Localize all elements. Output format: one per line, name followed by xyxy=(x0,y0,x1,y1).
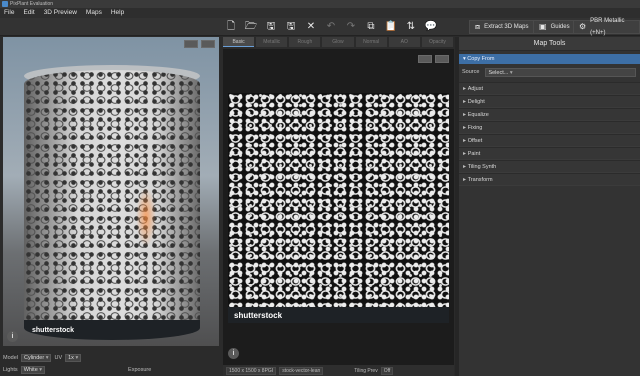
open-folder-icon[interactable]: 🗁 xyxy=(242,19,260,34)
tool-delight[interactable]: Delight xyxy=(459,95,640,108)
menu-bar: File Edit 3D Preview Maps Help xyxy=(0,8,640,18)
close-icon[interactable]: ✕ xyxy=(302,19,320,34)
layers-icon: ⧈ xyxy=(475,22,481,31)
map-viewport-buttons xyxy=(418,55,449,63)
pbr-metallic-button[interactable]: ⚙ PBR Metallic (+N+) xyxy=(573,18,640,36)
3d-preview-viewport[interactable]: shutterstock i xyxy=(3,37,219,346)
tiling-preview-label: Tiling Prev xyxy=(354,367,378,374)
menu-file[interactable]: File xyxy=(4,8,14,18)
model-label: Model xyxy=(3,355,18,361)
menu-help[interactable]: Help xyxy=(111,8,124,18)
tab-metallic[interactable]: Metallic xyxy=(256,37,288,47)
undo-icon[interactable]: ↶ xyxy=(322,19,340,34)
tab-normal[interactable]: Normal xyxy=(355,37,387,47)
map-viewport[interactable]: shutterstock i xyxy=(223,49,454,365)
info-icon[interactable]: i xyxy=(7,331,18,342)
paste-icon[interactable]: 📋 xyxy=(382,19,400,34)
tool-paint[interactable]: Paint xyxy=(459,147,640,160)
title-bar: PixPlant Evaluation xyxy=(0,0,640,8)
guides-button[interactable]: ▣ Guides xyxy=(533,20,576,34)
gear-icon: ⚙ xyxy=(579,22,587,31)
source-row: Source Select... xyxy=(459,64,640,80)
exposure-label: Exposure xyxy=(128,367,152,373)
toolbar-icons: 🗋 🗁 🖫 🖫 ✕ ↶ ↷ ⧉ 📋 ⇅ 💬 xyxy=(222,19,440,34)
fullscreen-button[interactable] xyxy=(201,40,215,48)
app-icon xyxy=(2,1,8,7)
cylinder-watermark: shutterstock xyxy=(32,327,75,334)
file-name: stock-vector-lean xyxy=(279,366,324,375)
pbr-metallic-label: PBR Metallic (+N+) xyxy=(590,18,625,36)
status-bar: 1500 x 1500 x 8PGI stock-vector-lean Til… xyxy=(223,365,454,376)
tab-basic[interactable]: Basic xyxy=(223,37,255,47)
model-row: Model Cylinder UV 1x xyxy=(3,353,82,363)
tiling-preview-select[interactable]: Off xyxy=(380,366,394,375)
tool-offset[interactable]: Offset xyxy=(459,134,640,147)
comment-icon[interactable]: 💬 xyxy=(422,19,440,34)
light-reflection xyxy=(136,187,156,247)
tab-ao[interactable]: AO xyxy=(388,37,420,47)
tab-glow[interactable]: Glow xyxy=(322,37,354,47)
source-select[interactable]: Select... xyxy=(485,67,636,77)
image-dimensions: 1500 x 1500 x 8PGI xyxy=(226,366,277,375)
toolbar: 🗋 🗁 🖫 🖫 ✕ ↶ ↷ ⧉ 📋 ⇅ 💬 ⧈ Extract 3D Maps … xyxy=(0,18,640,36)
tool-adjust[interactable]: Adjust xyxy=(459,82,640,95)
map-tabs: Basic Metallic Rough Glow Normal AO Opac… xyxy=(223,37,453,47)
tab-rough[interactable]: Rough xyxy=(289,37,321,47)
extract-3d-maps-button[interactable]: ⧈ Extract 3D Maps xyxy=(469,20,535,34)
copy-icon[interactable]: ⧉ xyxy=(362,19,380,34)
save-as-icon[interactable]: 🖫 xyxy=(282,19,300,34)
menu-maps[interactable]: Maps xyxy=(86,8,102,18)
window-title: PixPlant Evaluation xyxy=(10,1,54,7)
lights-row: Lights White Exposure xyxy=(3,365,151,375)
fit-map-button[interactable] xyxy=(418,55,432,63)
map-info-icon[interactable]: i xyxy=(228,348,239,359)
uv-select[interactable]: 1x xyxy=(65,354,82,362)
map-tools-list: Adjust Delight Equalize Fixing Offset Pa… xyxy=(459,82,640,186)
lights-select[interactable]: White xyxy=(20,366,46,374)
viewport-buttons xyxy=(184,40,215,48)
menu-edit[interactable]: Edit xyxy=(23,8,34,18)
guides-label: Guides xyxy=(550,24,570,30)
new-file-icon[interactable]: 🗋 xyxy=(222,19,240,34)
copy-from-label: Copy From xyxy=(467,56,495,62)
tool-fixing[interactable]: Fixing xyxy=(459,121,640,134)
fit-view-button[interactable] xyxy=(184,40,198,48)
3d-preview-controls: Model Cylinder UV 1x Lights White Exposu… xyxy=(3,350,219,376)
map-tools-panel: Map Tools ▾ Copy From Source Select... A… xyxy=(459,37,640,376)
menu-3d-preview[interactable]: 3D Preview xyxy=(44,8,77,18)
book-icon: ▣ xyxy=(539,22,547,31)
texture-image xyxy=(228,93,449,307)
uv-label: UV xyxy=(54,355,63,361)
actual-size-button[interactable] xyxy=(435,55,449,63)
tab-opacity[interactable]: Opacity xyxy=(421,37,453,47)
swap-icon[interactable]: ⇅ xyxy=(402,19,420,34)
map-tools-title: Map Tools xyxy=(459,37,640,51)
copy-from-section[interactable]: ▾ Copy From xyxy=(459,54,640,64)
lights-label: Lights xyxy=(3,367,18,373)
save-icon[interactable]: 🖫 xyxy=(262,19,280,34)
texture-watermark: shutterstock xyxy=(234,311,283,320)
tool-tiling-synth[interactable]: Tiling Synth xyxy=(459,160,640,173)
tool-equalize[interactable]: Equalize xyxy=(459,108,640,121)
tool-transform[interactable]: Transform xyxy=(459,173,640,186)
redo-icon[interactable]: ↷ xyxy=(342,19,360,34)
source-label: Source xyxy=(462,69,480,75)
model-select[interactable]: Cylinder xyxy=(20,354,52,362)
extract-3d-maps-label: Extract 3D Maps xyxy=(484,24,529,30)
cylinder-model xyxy=(24,70,200,338)
